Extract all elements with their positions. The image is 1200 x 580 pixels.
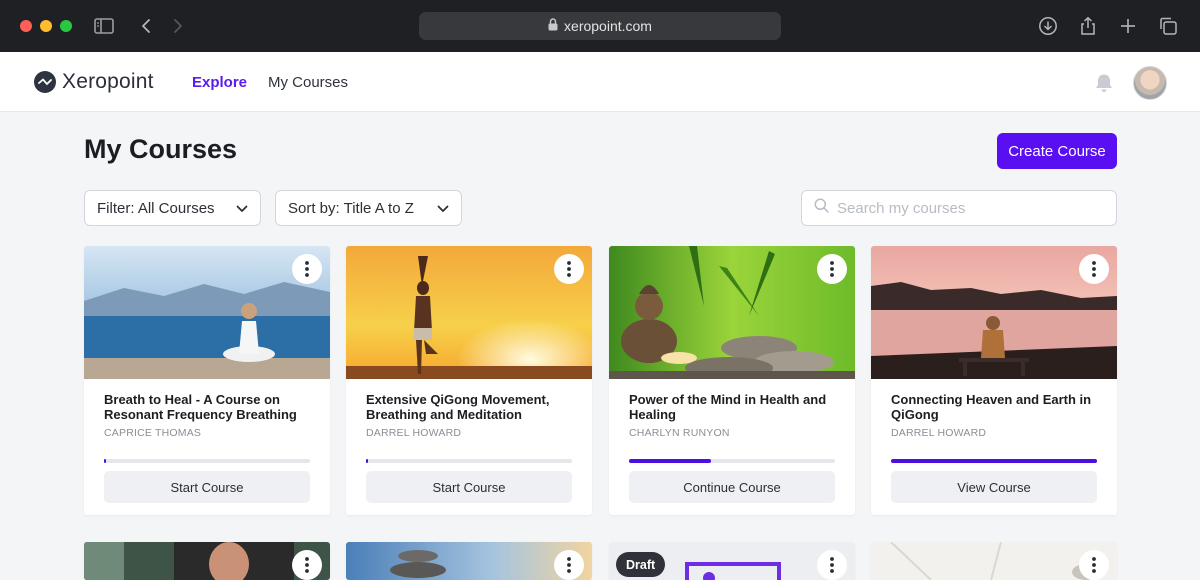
course-title[interactable]: Power of the Mind in Health and Healing xyxy=(629,392,839,422)
forward-icon[interactable] xyxy=(166,14,190,38)
course-card[interactable]: Extensive QiGong Movement, Breathing and… xyxy=(346,246,592,515)
chevron-down-icon xyxy=(236,200,248,217)
browser-chrome: xeropoint.com xyxy=(0,0,1200,52)
course-progress-bar xyxy=(366,459,572,463)
xeropoint-logo-icon xyxy=(34,71,56,93)
nav-link-explore[interactable]: Explore xyxy=(192,74,247,91)
course-menu-button[interactable] xyxy=(554,550,584,580)
course-menu-button[interactable] xyxy=(292,550,322,580)
search-icon xyxy=(814,198,829,218)
chevron-down-icon xyxy=(437,200,449,217)
course-title[interactable]: Connecting Heaven and Earth in QiGong xyxy=(891,392,1101,422)
search-box[interactable] xyxy=(801,190,1117,226)
minimize-window-button[interactable] xyxy=(40,20,52,32)
view-course-button[interactable]: View Course xyxy=(891,471,1097,503)
course-card[interactable] xyxy=(84,542,330,580)
address-bar[interactable]: xeropoint.com xyxy=(419,12,781,40)
course-title[interactable]: Extensive QiGong Movement, Breathing and… xyxy=(366,392,576,422)
course-progress-fill xyxy=(366,459,369,463)
course-progress-bar xyxy=(629,459,835,463)
create-course-button[interactable]: Create Course xyxy=(997,133,1117,169)
course-card[interactable]: Draft xyxy=(609,542,855,580)
course-author: CHARLYN RUNYON xyxy=(629,427,730,439)
course-card[interactable] xyxy=(871,542,1117,580)
course-card[interactable]: Breath to Heal - A Course on Resonant Fr… xyxy=(84,246,330,515)
sidebar-toggle-icon[interactable] xyxy=(92,14,116,38)
url-text: xeropoint.com xyxy=(564,18,652,34)
close-window-button[interactable] xyxy=(20,20,32,32)
app-navbar: Xeropoint Explore My Courses xyxy=(0,52,1200,112)
start-course-button[interactable]: Start Course xyxy=(104,471,310,503)
course-author: DARREL HOWARD xyxy=(891,427,987,439)
filter-dropdown[interactable]: Filter: All Courses xyxy=(84,190,261,226)
tabs-overview-icon[interactable] xyxy=(1156,14,1180,38)
new-tab-icon[interactable] xyxy=(1116,14,1140,38)
continue-course-button[interactable]: Continue Course xyxy=(629,471,835,503)
sort-dropdown[interactable]: Sort by: Title A to Z xyxy=(275,190,462,226)
download-icon[interactable] xyxy=(1036,14,1060,38)
course-progress-fill xyxy=(629,459,712,463)
course-card[interactable] xyxy=(346,542,592,580)
start-course-button[interactable]: Start Course xyxy=(366,471,572,503)
brand-name: Xeropoint xyxy=(62,70,154,93)
course-progress-fill xyxy=(891,459,1097,463)
notifications-bell-icon[interactable] xyxy=(1093,72,1115,94)
sort-dropdown-label: Sort by: Title A to Z xyxy=(288,199,414,217)
draft-badge: Draft xyxy=(616,552,666,577)
course-menu-button[interactable] xyxy=(1079,550,1109,580)
back-icon[interactable] xyxy=(134,14,158,38)
share-icon[interactable] xyxy=(1076,14,1100,38)
course-menu-button[interactable] xyxy=(817,254,847,284)
course-card[interactable]: Power of the Mind in Health and Healing … xyxy=(609,246,855,515)
course-menu-button[interactable] xyxy=(292,254,322,284)
brand-logo[interactable]: Xeropoint xyxy=(34,69,154,95)
course-author: CAPRICE THOMAS xyxy=(104,427,202,439)
course-progress-bar xyxy=(891,459,1097,463)
lock-icon xyxy=(548,18,558,34)
course-progress-fill xyxy=(104,459,107,463)
maximize-window-button[interactable] xyxy=(60,20,72,32)
user-avatar[interactable] xyxy=(1133,66,1167,100)
course-progress-bar xyxy=(104,459,310,463)
nav-link-my-courses[interactable]: My Courses xyxy=(268,74,348,91)
course-card[interactable]: Connecting Heaven and Earth in QiGong DA… xyxy=(871,246,1117,515)
filter-dropdown-label: Filter: All Courses xyxy=(97,199,215,217)
course-menu-button[interactable] xyxy=(554,254,584,284)
page-title: My Courses xyxy=(84,134,238,164)
search-input[interactable] xyxy=(837,199,1097,217)
course-menu-button[interactable] xyxy=(817,550,847,580)
course-author: DARREL HOWARD xyxy=(366,427,462,439)
course-title[interactable]: Breath to Heal - A Course on Resonant Fr… xyxy=(104,392,314,422)
course-menu-button[interactable] xyxy=(1079,254,1109,284)
